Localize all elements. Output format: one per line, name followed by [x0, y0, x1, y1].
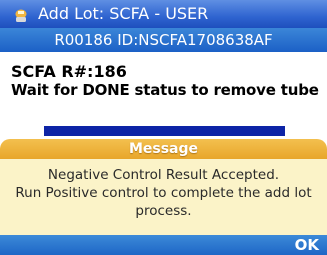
progress-bar — [44, 126, 285, 136]
window-title: Add Lot: SCFA - USER — [38, 4, 209, 23]
window-titlebar: Add Lot: SCFA - USER — [0, 0, 327, 28]
ok-button[interactable]: OK — [295, 235, 319, 255]
record-id-bar: R00186 ID:NSCFA1708638AF — [0, 28, 327, 52]
dialog-title: Message — [0, 139, 327, 159]
record-number-label: SCFA R#:186 — [11, 62, 127, 81]
dialog-message: Negative Control Result Accepted. Run Po… — [0, 159, 327, 235]
message-line: Negative Control Result Accepted. — [47, 167, 280, 183]
message-line: process. — [135, 203, 192, 219]
progress-bar-fill — [44, 126, 285, 136]
message-line: Run Positive control to complete the add… — [15, 185, 312, 201]
dialog-footer: OK — [0, 235, 327, 255]
instruction-text: Wait for DONE status to remove tube — [11, 81, 319, 99]
app-icon — [13, 5, 29, 22]
message-dialog: Message Negative Control Result Accepted… — [0, 139, 327, 255]
